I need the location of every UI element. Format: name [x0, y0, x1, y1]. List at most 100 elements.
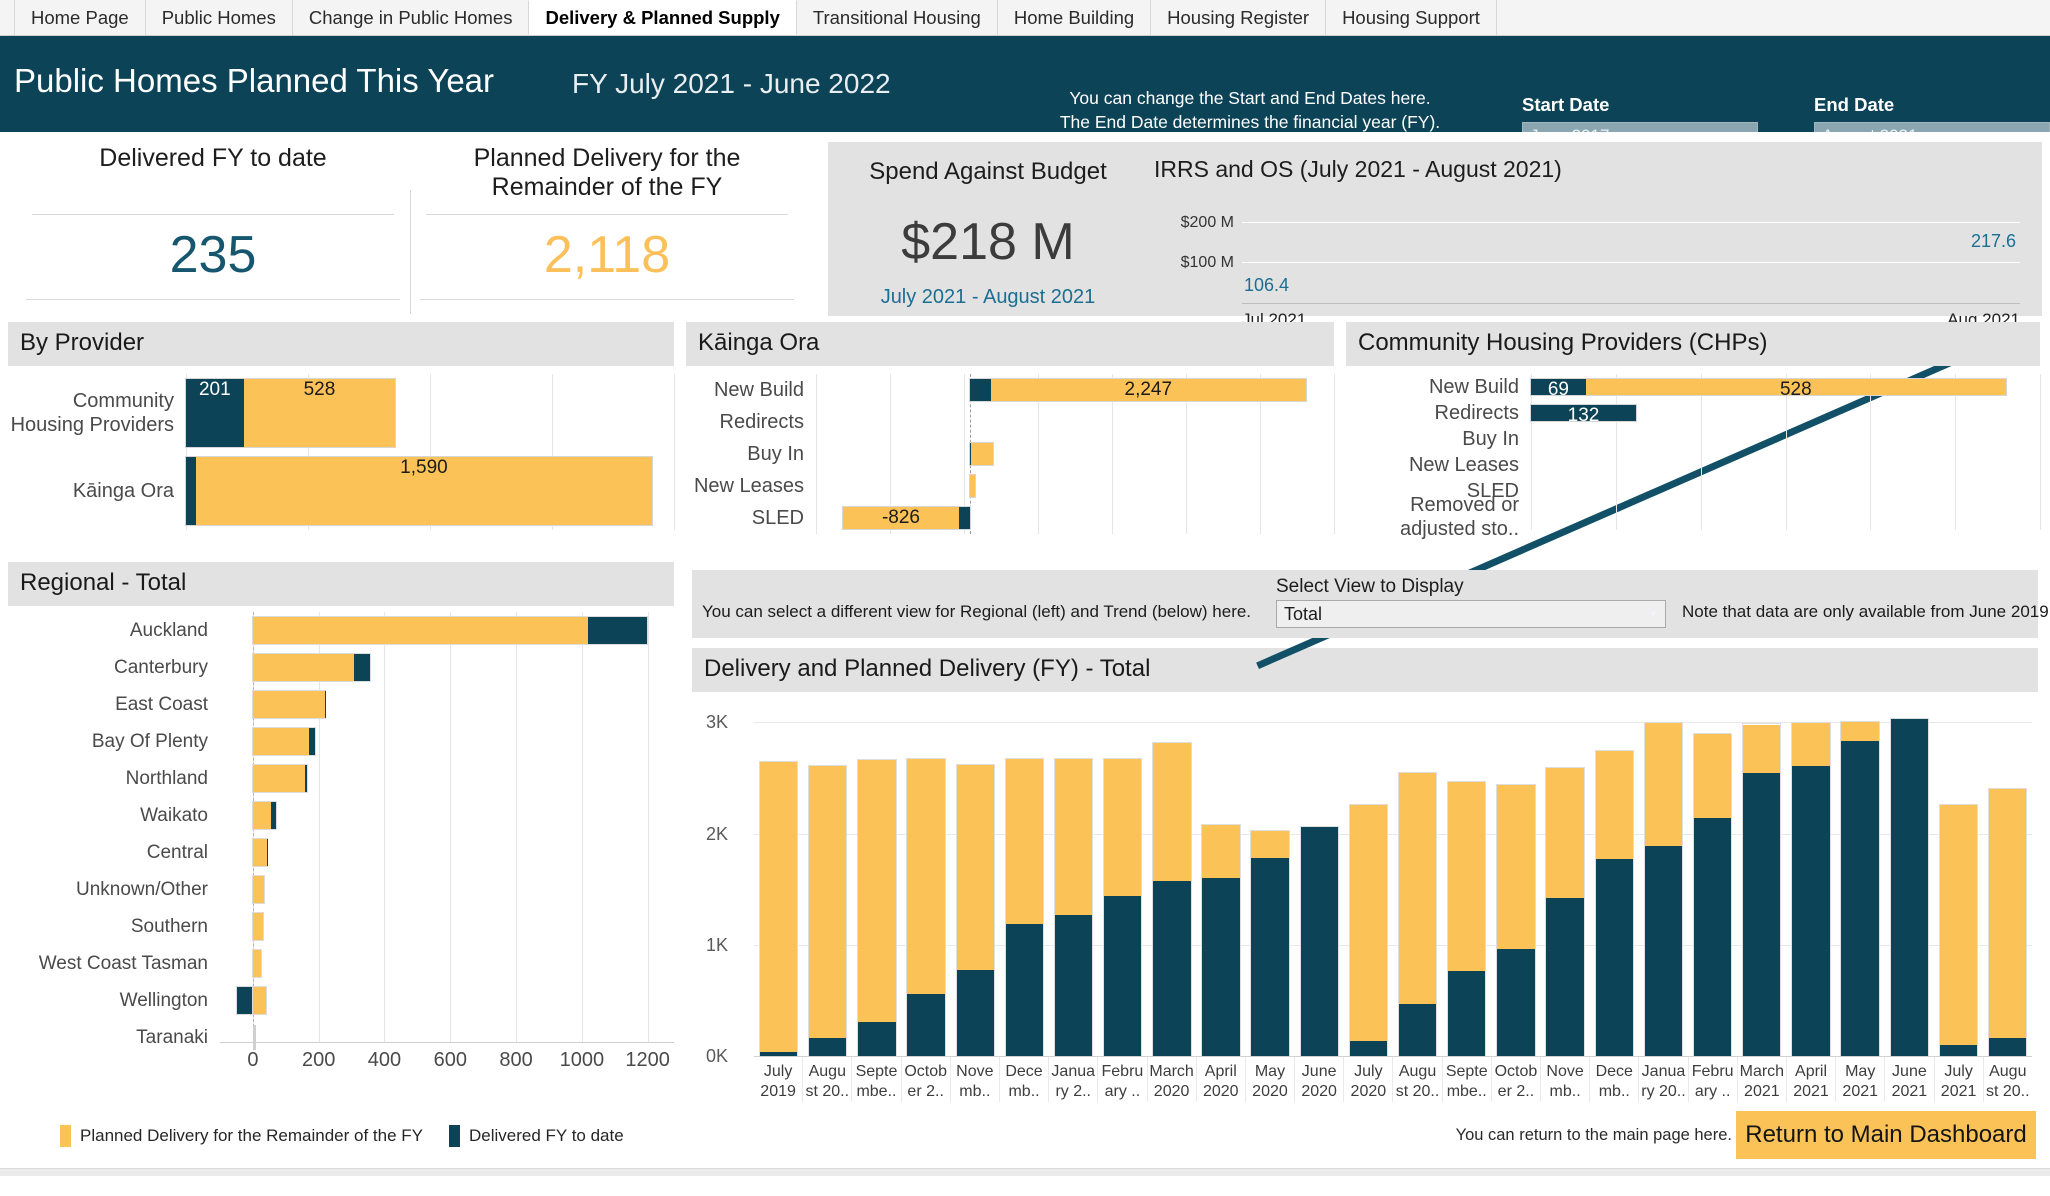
planned-segment[interactable] — [1939, 805, 1977, 1046]
planned-segment[interactable] — [252, 654, 354, 681]
planned-segment[interactable] — [1448, 781, 1486, 971]
planned-segment[interactable] — [858, 760, 896, 1022]
planned-segment[interactable] — [1251, 831, 1289, 858]
trend-bar-column[interactable] — [1934, 700, 1983, 1056]
stacked-bar[interactable] — [252, 950, 261, 977]
delivered-segment[interactable] — [1939, 1045, 1977, 1056]
planned-segment[interactable] — [1743, 724, 1781, 773]
delivered-segment[interactable] — [1153, 881, 1191, 1056]
trend-bar-column[interactable] — [951, 700, 1000, 1056]
start-date-dropdown[interactable]: June 2017 ▼ — [1522, 122, 1758, 132]
return-to-main-dashboard-button[interactable]: Return to Main Dashboard — [1736, 1111, 2036, 1159]
trend-bar-column[interactable] — [803, 700, 852, 1056]
tab-transitional-housing[interactable]: Transitional Housing — [795, 0, 998, 35]
trend-bar-column[interactable] — [1000, 700, 1049, 1056]
trend-stacked-bar[interactable] — [1251, 831, 1289, 1056]
stacked-bar[interactable] — [252, 617, 647, 644]
trend-stacked-bar[interactable] — [1202, 824, 1240, 1056]
planned-segment[interactable]: 1,590 — [195, 457, 653, 525]
trend-stacked-bar[interactable] — [1104, 758, 1142, 1056]
trend-bar-column[interactable] — [1737, 700, 1786, 1056]
delivered-segment[interactable] — [858, 1021, 896, 1056]
planned-segment[interactable] — [252, 691, 325, 718]
delivered-segment[interactable] — [1398, 1003, 1437, 1056]
delivered-segment[interactable] — [958, 507, 970, 529]
stacked-bar[interactable]: 1,590 — [186, 457, 653, 525]
planned-segment[interactable] — [252, 728, 310, 755]
trend-bar-column[interactable] — [1246, 700, 1295, 1056]
planned-segment[interactable] — [970, 475, 975, 497]
bar-row[interactable]: New Build 69 528 — [1346, 374, 2040, 400]
stacked-bar[interactable]: 2,247 — [970, 379, 1306, 401]
delivered-segment[interactable] — [1448, 970, 1486, 1056]
trend-stacked-bar[interactable] — [1988, 789, 2027, 1056]
trend-stacked-bar[interactable] — [1005, 758, 1044, 1056]
trend-stacked-bar[interactable] — [907, 758, 945, 1056]
regional-bar-row[interactable]: Northland — [8, 760, 674, 797]
planned-segment[interactable]: 2,247 — [990, 379, 1306, 401]
stacked-bar[interactable]: 132 — [1531, 405, 1636, 426]
trend-bar-column[interactable] — [1491, 700, 1540, 1056]
planned-segment[interactable] — [1792, 723, 1830, 767]
planned-segment[interactable] — [252, 617, 589, 644]
delivered-segment[interactable] — [1349, 1040, 1388, 1056]
trend-stacked-bar[interactable] — [1153, 743, 1191, 1056]
trend-bar-column[interactable] — [852, 700, 901, 1056]
delivered-segment[interactable] — [1251, 857, 1289, 1056]
planned-segment[interactable] — [252, 987, 267, 1014]
planned-segment[interactable] — [1398, 773, 1437, 1004]
delivered-segment[interactable] — [970, 379, 991, 401]
trend-stacked-bar[interactable] — [1546, 767, 1584, 1056]
trend-stacked-bar[interactable] — [1595, 751, 1633, 1056]
planned-segment[interactable] — [809, 765, 847, 1039]
trend-bar-column[interactable] — [1983, 700, 2032, 1056]
tab-housing-support[interactable]: Housing Support — [1325, 0, 1497, 35]
delivered-segment[interactable] — [1693, 817, 1732, 1056]
delivered-segment[interactable] — [1890, 718, 1928, 1056]
trend-bar-column[interactable] — [1590, 700, 1639, 1056]
delivered-segment[interactable] — [1054, 914, 1093, 1056]
planned-segment[interactable] — [252, 913, 263, 940]
bar-row[interactable]: Community Housing Providers 201 528 — [8, 374, 674, 452]
delivered-segment[interactable] — [324, 691, 326, 718]
trend-bar-column[interactable] — [1885, 700, 1934, 1056]
planned-segment[interactable] — [956, 764, 994, 971]
planned-segment[interactable]: -826 — [843, 507, 959, 529]
tab-public-homes[interactable]: Public Homes — [144, 0, 293, 35]
planned-segment[interactable] — [252, 802, 271, 829]
select-view-dropdown[interactable]: Total ▼ — [1276, 600, 1666, 628]
planned-segment[interactable] — [1005, 758, 1044, 924]
planned-segment[interactable] — [1988, 789, 2027, 1038]
planned-segment[interactable] — [1054, 758, 1093, 915]
legend-item[interactable]: Delivered FY to date — [449, 1124, 624, 1147]
trend-stacked-bar[interactable] — [759, 762, 798, 1056]
planned-segment[interactable] — [1693, 733, 1732, 818]
trend-stacked-bar[interactable] — [1743, 724, 1781, 1056]
stacked-bar[interactable] — [252, 765, 307, 792]
stacked-bar[interactable] — [252, 802, 276, 829]
delivered-segment[interactable] — [1202, 878, 1240, 1056]
tab-home-building[interactable]: Home Building — [996, 0, 1152, 35]
bar-row[interactable]: Redirects — [686, 406, 1334, 438]
stacked-bar[interactable] — [970, 443, 993, 465]
trend-stacked-bar[interactable] — [1644, 723, 1683, 1056]
delivered-segment[interactable]: 69 — [1531, 379, 1586, 400]
delivered-segment[interactable] — [237, 987, 253, 1014]
stacked-bar[interactable] — [252, 839, 268, 866]
delivered-segment[interactable] — [1497, 948, 1535, 1056]
planned-segment[interactable] — [1349, 804, 1388, 1041]
trend-bar-column[interactable] — [1344, 700, 1393, 1056]
planned-segment[interactable] — [1497, 785, 1535, 949]
bar-row[interactable]: Kāinga Ora 1,590 — [8, 452, 674, 530]
regional-bar-row[interactable]: Waikato — [8, 797, 674, 834]
trend-stacked-bar[interactable] — [858, 760, 896, 1056]
delivered-segment[interactable] — [353, 654, 371, 681]
trend-stacked-bar[interactable] — [1448, 781, 1486, 1056]
bar-row[interactable]: Buy In — [1346, 426, 2040, 452]
regional-bar-row[interactable]: East Coast — [8, 686, 674, 723]
delivered-segment[interactable] — [1988, 1037, 2027, 1056]
delivered-segment[interactable] — [304, 765, 307, 792]
trend-bar-column[interactable] — [1639, 700, 1688, 1056]
trend-stacked-bar[interactable] — [1349, 804, 1388, 1056]
delivered-segment[interactable] — [1644, 845, 1683, 1056]
